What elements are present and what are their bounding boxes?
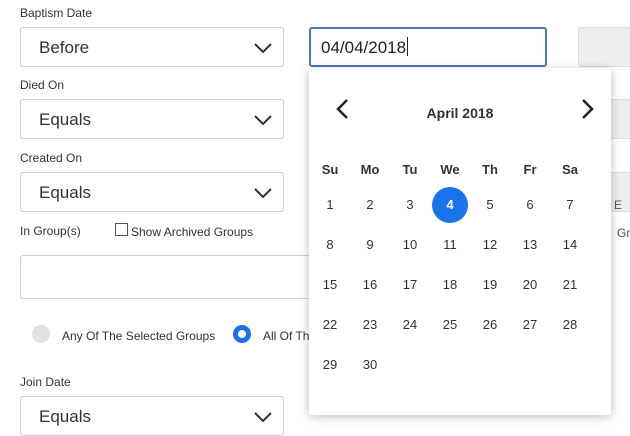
baptism-date-label: Baptism Date bbox=[20, 6, 93, 20]
calendar-day[interactable]: 14 bbox=[552, 227, 588, 263]
calendar-day[interactable]: 11 bbox=[432, 227, 468, 263]
weekday-header: Th bbox=[482, 162, 498, 177]
calendar-day[interactable]: 20 bbox=[512, 267, 548, 303]
datepicker-popup: April 2018 Su Mo Tu We Th Fr Sa 1 2 3 4 5 6 7 8 9 10 11 12… bbox=[309, 68, 611, 415]
calendar-day[interactable]: 30 bbox=[352, 347, 388, 383]
calendar-day[interactable]: 18 bbox=[432, 267, 468, 303]
weekday-header: Fr bbox=[523, 162, 537, 177]
calendar-day[interactable]: 6 bbox=[512, 187, 548, 223]
text-caret bbox=[407, 37, 409, 56]
calendar-day[interactable]: 15 bbox=[312, 267, 348, 303]
weekday-header: Sa bbox=[562, 162, 578, 177]
calendar-day[interactable]: 3 bbox=[392, 187, 428, 223]
died-operator-value: Equals bbox=[39, 110, 91, 129]
radio-any-label: Any Of The Selected Groups bbox=[62, 329, 216, 343]
show-archived-label: Show Archived Groups bbox=[131, 225, 254, 239]
died-on-label: Died On bbox=[20, 78, 65, 92]
calendar-day[interactable]: 22 bbox=[312, 307, 348, 343]
radio-all-label: All Of Th bbox=[263, 329, 310, 343]
calendar-day[interactable]: 7 bbox=[552, 187, 588, 223]
calendar-day[interactable]: 24 bbox=[392, 307, 428, 343]
chevron-down-icon bbox=[254, 43, 272, 54]
chevron-right-icon[interactable] bbox=[581, 98, 595, 120]
created-operator-select[interactable]: Equals bbox=[20, 172, 284, 212]
radio-any-groups[interactable] bbox=[32, 325, 50, 343]
calendar-day[interactable]: 28 bbox=[552, 307, 588, 343]
groups-input[interactable] bbox=[20, 255, 320, 299]
calendar-day[interactable]: 17 bbox=[392, 267, 428, 303]
calendar-day[interactable]: 29 bbox=[312, 347, 348, 383]
in-groups-label: In Group(s) bbox=[20, 224, 81, 238]
baptism-operator-select[interactable]: Before bbox=[20, 27, 284, 67]
radio-all-groups[interactable] bbox=[233, 325, 251, 343]
calendar-day[interactable]: 23 bbox=[352, 307, 388, 343]
weekday-header: Su bbox=[321, 162, 339, 177]
calendar-day[interactable]: 16 bbox=[352, 267, 388, 303]
created-operator-value: Equals bbox=[39, 183, 91, 202]
calendar-day[interactable]: 25 bbox=[432, 307, 468, 343]
calendar-day[interactable]: 2 bbox=[352, 187, 388, 223]
calendar-day[interactable]: 10 bbox=[392, 227, 428, 263]
created-on-label: Created On bbox=[20, 151, 83, 165]
died-operator-select[interactable]: Equals bbox=[20, 99, 284, 139]
chevron-down-icon bbox=[254, 412, 272, 423]
chevron-down-icon bbox=[254, 115, 272, 126]
weekday-header: Tu bbox=[402, 162, 418, 177]
edge-text: E bbox=[614, 198, 623, 212]
calendar-day[interactable]: 4 bbox=[432, 187, 468, 223]
calendar-day[interactable]: 26 bbox=[472, 307, 508, 343]
baptism-operator-value: Before bbox=[39, 38, 90, 57]
calendar-day[interactable]: 19 bbox=[472, 267, 508, 303]
edge-text: Gr bbox=[617, 226, 630, 240]
calendar-day[interactable]: 13 bbox=[512, 227, 548, 263]
show-archived-checkbox[interactable] bbox=[115, 223, 128, 236]
calendar-day[interactable]: 8 bbox=[312, 227, 348, 263]
weekday-header: Mo bbox=[360, 162, 380, 177]
weekday-header: We bbox=[440, 162, 460, 177]
calendar-day[interactable]: 5 bbox=[472, 187, 508, 223]
baptism-date-input[interactable]: 04/04/2018 bbox=[309, 27, 547, 67]
baptism-date-value: 04/04/2018 bbox=[321, 38, 407, 57]
join-date-label: Join Date bbox=[20, 375, 71, 389]
calendar-day[interactable]: 1 bbox=[312, 187, 348, 223]
calendar-month-label: April 2018 bbox=[426, 105, 494, 121]
calendar-day[interactable]: 12 bbox=[472, 227, 508, 263]
calendar-day[interactable]: 21 bbox=[552, 267, 588, 303]
side-button[interactable] bbox=[578, 27, 630, 67]
join-operator-select[interactable]: Equals bbox=[20, 396, 284, 436]
join-operator-value: Equals bbox=[39, 407, 91, 426]
calendar-day[interactable]: 27 bbox=[512, 307, 548, 343]
chevron-down-icon bbox=[254, 188, 272, 199]
calendar-day[interactable]: 9 bbox=[352, 227, 388, 263]
